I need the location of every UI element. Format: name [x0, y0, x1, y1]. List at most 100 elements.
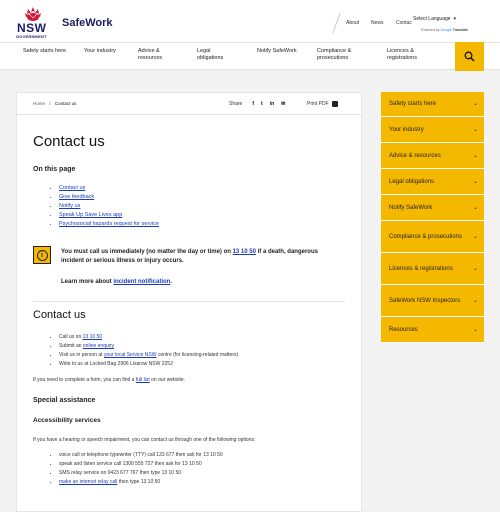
translate-text: Translate [452, 28, 469, 32]
linkedin-icon[interactable]: in [270, 101, 274, 107]
incident-notification-link[interactable]: incident notification [113, 279, 170, 285]
divider [33, 301, 345, 302]
accessibility-paragraph: If you have a hearing or speech impairme… [33, 437, 256, 443]
accessibility-list: voice call or telephone typewriter (TTY)… [43, 451, 223, 487]
side-item-industry[interactable]: Your industry ⌄ [381, 117, 484, 143]
list-item: Write to us at Locked Bag 2906 Lisarow N… [59, 360, 238, 369]
online-enquiry-link[interactable]: online enquiry [83, 343, 114, 349]
about-link[interactable]: About [346, 20, 359, 26]
chevron-down-icon: ⌄ [472, 204, 478, 211]
toc-link-give-feedback[interactable]: Give feedback [59, 194, 94, 200]
list-item: Call us on 13 10 50 [59, 333, 238, 342]
chevron-down-icon: ▾ [453, 16, 457, 22]
breadcrumb-separator: / [49, 101, 51, 106]
nav-item-notify[interactable]: Notify SafeWork [257, 48, 297, 55]
share-bar: Share f t in ✉ [229, 101, 285, 107]
form-text: If you need to complete a form, you can … [33, 377, 136, 383]
breadcrumb: Home / Contact us [33, 101, 76, 106]
side-item-safety[interactable]: Safety starts here ⌄ [381, 92, 484, 117]
site-header: NSW GOVERNMENT SafeWork About News Conta… [0, 0, 500, 42]
nav-item-advice[interactable]: Advice & resources [138, 48, 178, 62]
logo-nsw-text: NSW [17, 21, 47, 35]
printer-icon [331, 101, 338, 107]
list-item: Notify us [59, 202, 159, 211]
main-nav: Safety starts here Your industry Advice … [0, 42, 500, 70]
nsw-government-logo[interactable]: NSW GOVERNMENT [16, 6, 50, 40]
notice-text-part: You must call us immediately (no matter … [61, 249, 233, 255]
on-this-page-list: Contact us Give feedback Notify us Speak… [43, 184, 159, 229]
list-item: Submit an online enquiry [59, 342, 238, 351]
nav-item-legal[interactable]: Legal obligations [197, 48, 237, 62]
toc-link-psychosocial[interactable]: Psychosocial hazards request for service [59, 221, 159, 227]
twitter-icon[interactable]: t [261, 101, 263, 107]
internet-relay-link[interactable]: make an internet relay call [59, 479, 117, 485]
share-label: Share [229, 101, 243, 107]
learn-more-suffix: . [170, 279, 173, 285]
nav-item-licences[interactable]: Licences & registrations [387, 48, 427, 62]
nav-item-safety[interactable]: Safety starts here [23, 48, 83, 55]
side-menu: Safety starts here ⌄ Your industry ⌄ Advic… [381, 92, 484, 343]
side-item-licences[interactable]: Licences & registrations ⌄ [381, 253, 484, 285]
side-item-label: SafeWork NSW Inspectors [389, 297, 461, 304]
search-button[interactable] [455, 42, 484, 71]
side-item-inspectors[interactable]: SafeWork NSW Inspectors ⌄ [381, 285, 484, 317]
facebook-icon[interactable]: f [252, 101, 254, 107]
side-item-compliance[interactable]: Compliance & prosecutions ⌄ [381, 221, 484, 253]
chevron-down-icon: ⌄ [472, 326, 478, 333]
side-item-label: Compliance & prosecutions [389, 233, 463, 240]
full-list-link[interactable]: full list [136, 377, 150, 383]
list-item: Contact us [59, 184, 159, 193]
chevron-down-icon: ⌄ [472, 297, 478, 304]
waratah-icon [25, 7, 41, 21]
side-item-label: Your industry [389, 126, 424, 133]
chevron-down-icon: ⌄ [472, 126, 478, 133]
page-title: Contact us [33, 133, 105, 150]
contact-link[interactable]: Contac [396, 20, 412, 26]
list-item: Speak Up Save Lives app [59, 211, 159, 220]
access-text: then type 13 10 50 [117, 479, 161, 485]
side-item-notify[interactable]: Notify SafeWork ⌄ [381, 195, 484, 221]
service-nsw-link[interactable]: your local Service NSW [104, 352, 157, 358]
nav-item-industry[interactable]: Your industry [84, 48, 144, 55]
side-item-advice[interactable]: Advice & resources ⌄ [381, 143, 484, 169]
contact-text: Visit us in person at [59, 352, 104, 358]
nav-item-compliance[interactable]: Compliance & prosecutions [317, 48, 365, 62]
contact-text: centre (for licensing-related matters) [156, 352, 239, 358]
special-assistance-heading: Special assistance [33, 397, 96, 404]
chevron-down-icon: ⌄ [472, 178, 478, 185]
news-link[interactable]: News [371, 20, 384, 26]
language-select[interactable]: Select Language ▾ [413, 16, 456, 22]
call-link[interactable]: 13 10 50 [83, 334, 102, 340]
side-item-label: Safety starts here [389, 101, 437, 107]
logo-government-text: GOVERNMENT [16, 34, 47, 39]
google-translate-credit: Powered by Google Translate [421, 28, 468, 32]
powered-by-text: Powered by [421, 28, 440, 32]
toc-link-notify-us[interactable]: Notify us [59, 203, 80, 209]
notice-phone-link[interactable]: 13 10 50 [233, 249, 256, 255]
form-paragraph: If you need to complete a form, you can … [33, 377, 185, 383]
google-text: Google [440, 28, 452, 32]
email-icon[interactable]: ✉ [281, 101, 285, 107]
chevron-down-icon: ⌄ [472, 233, 478, 240]
side-item-label: Licences & registrations [389, 265, 453, 272]
contact-text: Call us on [59, 334, 83, 340]
print-pdf-button[interactable]: Print PDF [307, 101, 338, 107]
accessibility-services-heading: Accessibility services [33, 417, 101, 424]
learn-more-text: Learn more about incident notification. [61, 279, 172, 285]
side-item-legal[interactable]: Legal obligations ⌄ [381, 169, 484, 195]
side-item-label: Advice & resources [389, 152, 441, 159]
list-item: Psychosocial hazards request for service [59, 220, 159, 229]
search-icon [464, 51, 475, 62]
toc-link-speak-up[interactable]: Speak Up Save Lives app [59, 212, 122, 218]
list-item: speak and listen service call 1300 555 7… [59, 460, 223, 469]
breadcrumb-home[interactable]: Home [33, 101, 45, 106]
toc-link-contact-us[interactable]: Contact us [59, 185, 85, 191]
contact-heading: Contact us [33, 309, 86, 321]
site-title[interactable]: SafeWork [62, 17, 113, 29]
list-item: make an internet relay call then type 13… [59, 478, 223, 487]
form-text: on our website. [149, 377, 186, 383]
learn-more-prefix: Learn more about [61, 279, 114, 285]
side-item-resources[interactable]: Resources ⌄ [381, 317, 484, 343]
chevron-down-icon: ⌄ [472, 265, 478, 272]
side-item-label: Notify SafeWork [389, 204, 433, 211]
